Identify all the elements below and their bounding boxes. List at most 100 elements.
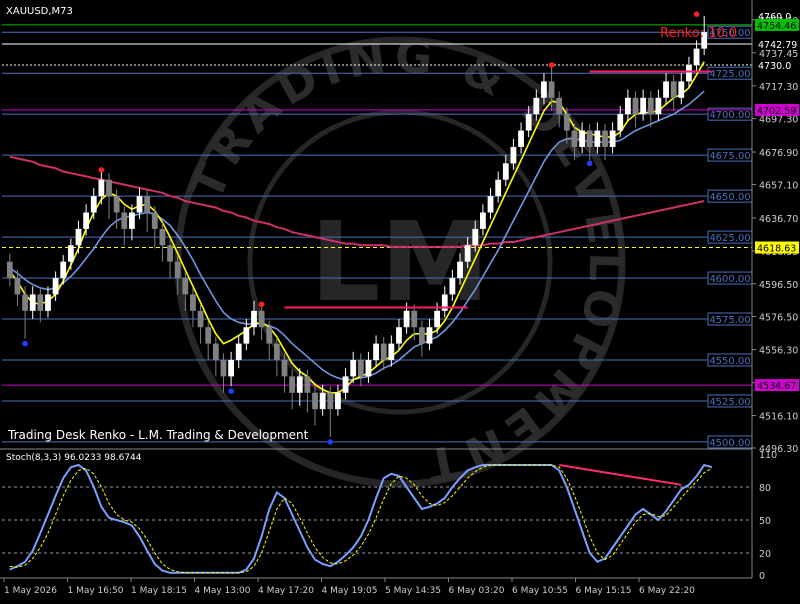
chart-window[interactable]: TRADING & DEVELOPMENT LM 4750.00 4725.00 470… bbox=[0, 0, 800, 600]
reference-price-label: 4730.0 bbox=[758, 61, 791, 72]
candle-body bbox=[258, 310, 265, 328]
level-label-text: 4725.00 bbox=[709, 69, 750, 80]
candle-body bbox=[380, 343, 387, 360]
candle-body bbox=[563, 114, 570, 131]
time-tick-label: 1 May 16:50 bbox=[68, 586, 124, 596]
price-tag: 4702.59 bbox=[755, 103, 799, 117]
candle-body bbox=[426, 327, 433, 344]
candle-body bbox=[418, 327, 425, 344]
candle-body bbox=[525, 114, 532, 131]
candle-body bbox=[151, 212, 158, 229]
candle-body bbox=[289, 376, 296, 393]
level-label-text: 4500.00 bbox=[709, 438, 750, 449]
level-label-text: 4625.00 bbox=[709, 233, 750, 244]
candle-body bbox=[678, 81, 685, 98]
candle-body bbox=[296, 376, 303, 393]
candle-body bbox=[335, 392, 341, 410]
candle-body bbox=[647, 97, 654, 115]
candle-body bbox=[579, 130, 585, 147]
candle-body bbox=[136, 196, 143, 213]
swing-high-marker bbox=[98, 167, 105, 173]
swing-high-marker bbox=[693, 11, 700, 17]
candle-body bbox=[472, 228, 479, 246]
time-tick-label: 1 May 18:15 bbox=[131, 586, 187, 596]
price-tag-text: 4702.59 bbox=[757, 106, 796, 117]
candle-body bbox=[617, 114, 624, 131]
candle-body bbox=[541, 81, 547, 98]
candle-body bbox=[205, 327, 212, 344]
candle-body bbox=[273, 343, 280, 360]
level-label: 4725.00 bbox=[707, 66, 753, 80]
level-label: 4675.00 bbox=[707, 148, 753, 162]
candle-body bbox=[655, 97, 662, 115]
level-label-text: 4550.00 bbox=[709, 356, 750, 367]
candle-body bbox=[327, 392, 334, 410]
candle-body bbox=[312, 392, 318, 410]
level-label: 4550.00 bbox=[707, 353, 753, 367]
time-tick-label: 6 May 22:20 bbox=[639, 586, 695, 596]
candle-body bbox=[90, 196, 97, 213]
candle-body bbox=[159, 228, 166, 246]
price-tag-text: 4618.63 bbox=[757, 244, 796, 255]
candle-body bbox=[319, 392, 326, 410]
price-tag: 4534.67 bbox=[755, 379, 799, 392]
candle-body bbox=[251, 310, 257, 328]
level-label: 4500.00 bbox=[707, 435, 753, 449]
candle-body bbox=[22, 294, 28, 311]
candle-body bbox=[190, 294, 196, 311]
renko-label: Renko: 10.0 bbox=[660, 26, 737, 41]
candle-body bbox=[518, 130, 524, 147]
price-tag: 4754.46 bbox=[755, 18, 799, 32]
candle-body bbox=[228, 359, 234, 377]
stoch-tick-label: 110 bbox=[759, 450, 777, 461]
swing-high-marker bbox=[258, 301, 265, 308]
candle-body bbox=[52, 278, 59, 295]
candle-body bbox=[60, 261, 67, 279]
stoch-tick-label: 0 bbox=[759, 571, 765, 582]
candle-body bbox=[487, 196, 494, 213]
candle-body bbox=[693, 48, 700, 65]
candle-body bbox=[464, 245, 471, 262]
candle-body bbox=[266, 327, 273, 344]
candle-body bbox=[342, 376, 349, 393]
stoch-tick-label: 20 bbox=[759, 549, 771, 560]
level-label-text: 4600.00 bbox=[709, 274, 750, 285]
candle-body bbox=[29, 294, 36, 311]
candle-body bbox=[640, 97, 647, 115]
time-tick-label: 4 May 17:20 bbox=[258, 586, 314, 596]
stoch-title: Stoch(8,3,3) 96.0233 98.6744 bbox=[6, 453, 142, 463]
swing-high-marker bbox=[548, 62, 555, 68]
candle-body bbox=[167, 245, 173, 262]
candle-body bbox=[434, 310, 441, 328]
level-label-text: 4650.00 bbox=[709, 192, 750, 203]
candle-body bbox=[243, 327, 250, 344]
candle-body bbox=[14, 278, 21, 295]
price-tag-text: 4534.67 bbox=[757, 381, 796, 392]
candle-body bbox=[304, 376, 311, 393]
candle-body bbox=[396, 327, 402, 344]
candle-body bbox=[67, 245, 74, 262]
price-tick-label: 4576.50 bbox=[759, 313, 798, 324]
level-label-text: 4575.00 bbox=[709, 315, 750, 326]
candle-body bbox=[556, 97, 563, 115]
time-tick-label: 4 May 19:05 bbox=[322, 586, 378, 596]
candle-body bbox=[350, 359, 357, 377]
level-label-text: 4700.00 bbox=[709, 110, 750, 121]
candle-body bbox=[609, 130, 616, 147]
candle-body bbox=[121, 212, 128, 229]
candle-body bbox=[83, 212, 90, 229]
time-tick-label: 1 May 2026 bbox=[4, 586, 57, 596]
candle-body bbox=[220, 359, 227, 377]
candle-body bbox=[602, 130, 608, 147]
candle-body bbox=[586, 130, 593, 147]
candle-body bbox=[45, 294, 51, 311]
candle-body bbox=[129, 212, 135, 229]
price-tick-label: 4516.10 bbox=[759, 412, 798, 423]
candle-body bbox=[457, 261, 463, 279]
candle-body bbox=[411, 310, 418, 328]
candle-body bbox=[632, 97, 639, 115]
stoch-tick-label: 80 bbox=[759, 483, 771, 494]
chart-canvas[interactable]: TRADING & DEVELOPMENTLM4750.004725.00470… bbox=[0, 0, 800, 600]
candle-body bbox=[686, 64, 692, 82]
price-tick-label: 4636.70 bbox=[759, 214, 798, 225]
